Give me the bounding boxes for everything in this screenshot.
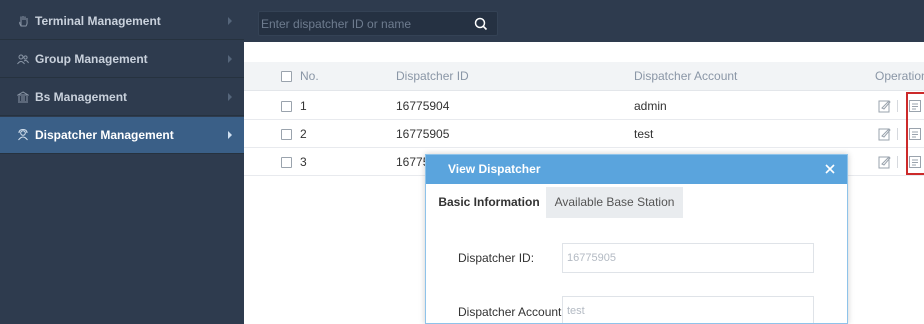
tab-available-base-station[interactable]: Available Base Station	[546, 187, 683, 218]
select-all-checkbox[interactable]	[281, 71, 292, 82]
edit-icon[interactable]	[878, 127, 892, 141]
dialog-tabs: Basic Information Available Base Station	[426, 184, 847, 221]
table-row[interactable]: 1 16775904 admin	[244, 92, 924, 120]
chevron-right-icon	[228, 55, 232, 63]
row-no: 2	[300, 127, 307, 141]
base-station-icon	[16, 90, 30, 104]
row-dispatcher-account: test	[634, 127, 654, 141]
dispatcher-id-label: Dispatcher ID:	[458, 251, 535, 265]
dispatcher-account-field[interactable]	[562, 296, 814, 323]
close-icon	[825, 164, 835, 174]
row-dispatcher-id: 16775904	[396, 99, 450, 113]
sidebar-item-label: Bs Management	[35, 90, 128, 104]
group-icon	[16, 52, 30, 66]
dialog-title: View Dispatcher	[426, 155, 847, 184]
sidebar: Terminal Management Group Management Bs …	[0, 0, 244, 324]
column-header-dispatcher-id: Dispatcher ID	[396, 69, 469, 83]
row-checkbox[interactable]	[281, 129, 292, 140]
hand-icon	[16, 14, 30, 28]
edit-icon[interactable]	[878, 155, 892, 169]
dispatcher-icon	[16, 128, 30, 142]
table-row[interactable]: 2 16775905 test	[244, 120, 924, 148]
tab-basic-information[interactable]: Basic Information	[432, 187, 546, 218]
row-dispatcher-account: admin	[634, 99, 667, 113]
sidebar-item-bs-management[interactable]: Bs Management	[0, 79, 244, 116]
sidebar-item-label: Dispatcher Management	[35, 128, 174, 142]
search-icon	[474, 17, 488, 30]
dispatcher-id-field[interactable]	[562, 243, 814, 273]
chevron-right-icon	[228, 131, 232, 139]
search-button[interactable]	[466, 13, 496, 34]
sidebar-item-dispatcher-management[interactable]: Dispatcher Management	[0, 117, 244, 154]
search-input[interactable]	[259, 12, 464, 35]
dispatcher-account-label: Dispatcher Account:	[458, 305, 565, 319]
chevron-right-icon	[228, 17, 232, 25]
search-box	[258, 11, 498, 36]
row-dispatcher-id: 16775905	[396, 127, 450, 141]
view-dispatcher-dialog: View Dispatcher Basic Information Availa…	[425, 154, 848, 324]
sidebar-item-label: Group Management	[35, 52, 148, 66]
edit-icon[interactable]	[878, 99, 892, 113]
table-header: No. Dispatcher ID Dispatcher Account Ope…	[244, 62, 924, 91]
chevron-right-icon	[228, 93, 232, 101]
operation-separator	[897, 128, 898, 140]
row-no: 3	[300, 155, 307, 169]
operation-separator	[897, 100, 898, 112]
close-button[interactable]	[820, 159, 840, 179]
column-header-operation: Operation	[875, 69, 924, 83]
highlight-box	[906, 92, 924, 175]
sidebar-item-group-management[interactable]: Group Management	[0, 41, 244, 78]
column-header-no: No.	[300, 69, 319, 83]
row-checkbox[interactable]	[281, 101, 292, 112]
row-no: 1	[300, 99, 307, 113]
operation-separator	[897, 156, 898, 168]
column-header-dispatcher-account: Dispatcher Account	[634, 69, 738, 83]
row-checkbox[interactable]	[281, 157, 292, 168]
sidebar-item-terminal-management[interactable]: Terminal Management	[0, 3, 244, 40]
top-bar	[244, 0, 924, 42]
sidebar-item-label: Terminal Management	[35, 14, 161, 28]
